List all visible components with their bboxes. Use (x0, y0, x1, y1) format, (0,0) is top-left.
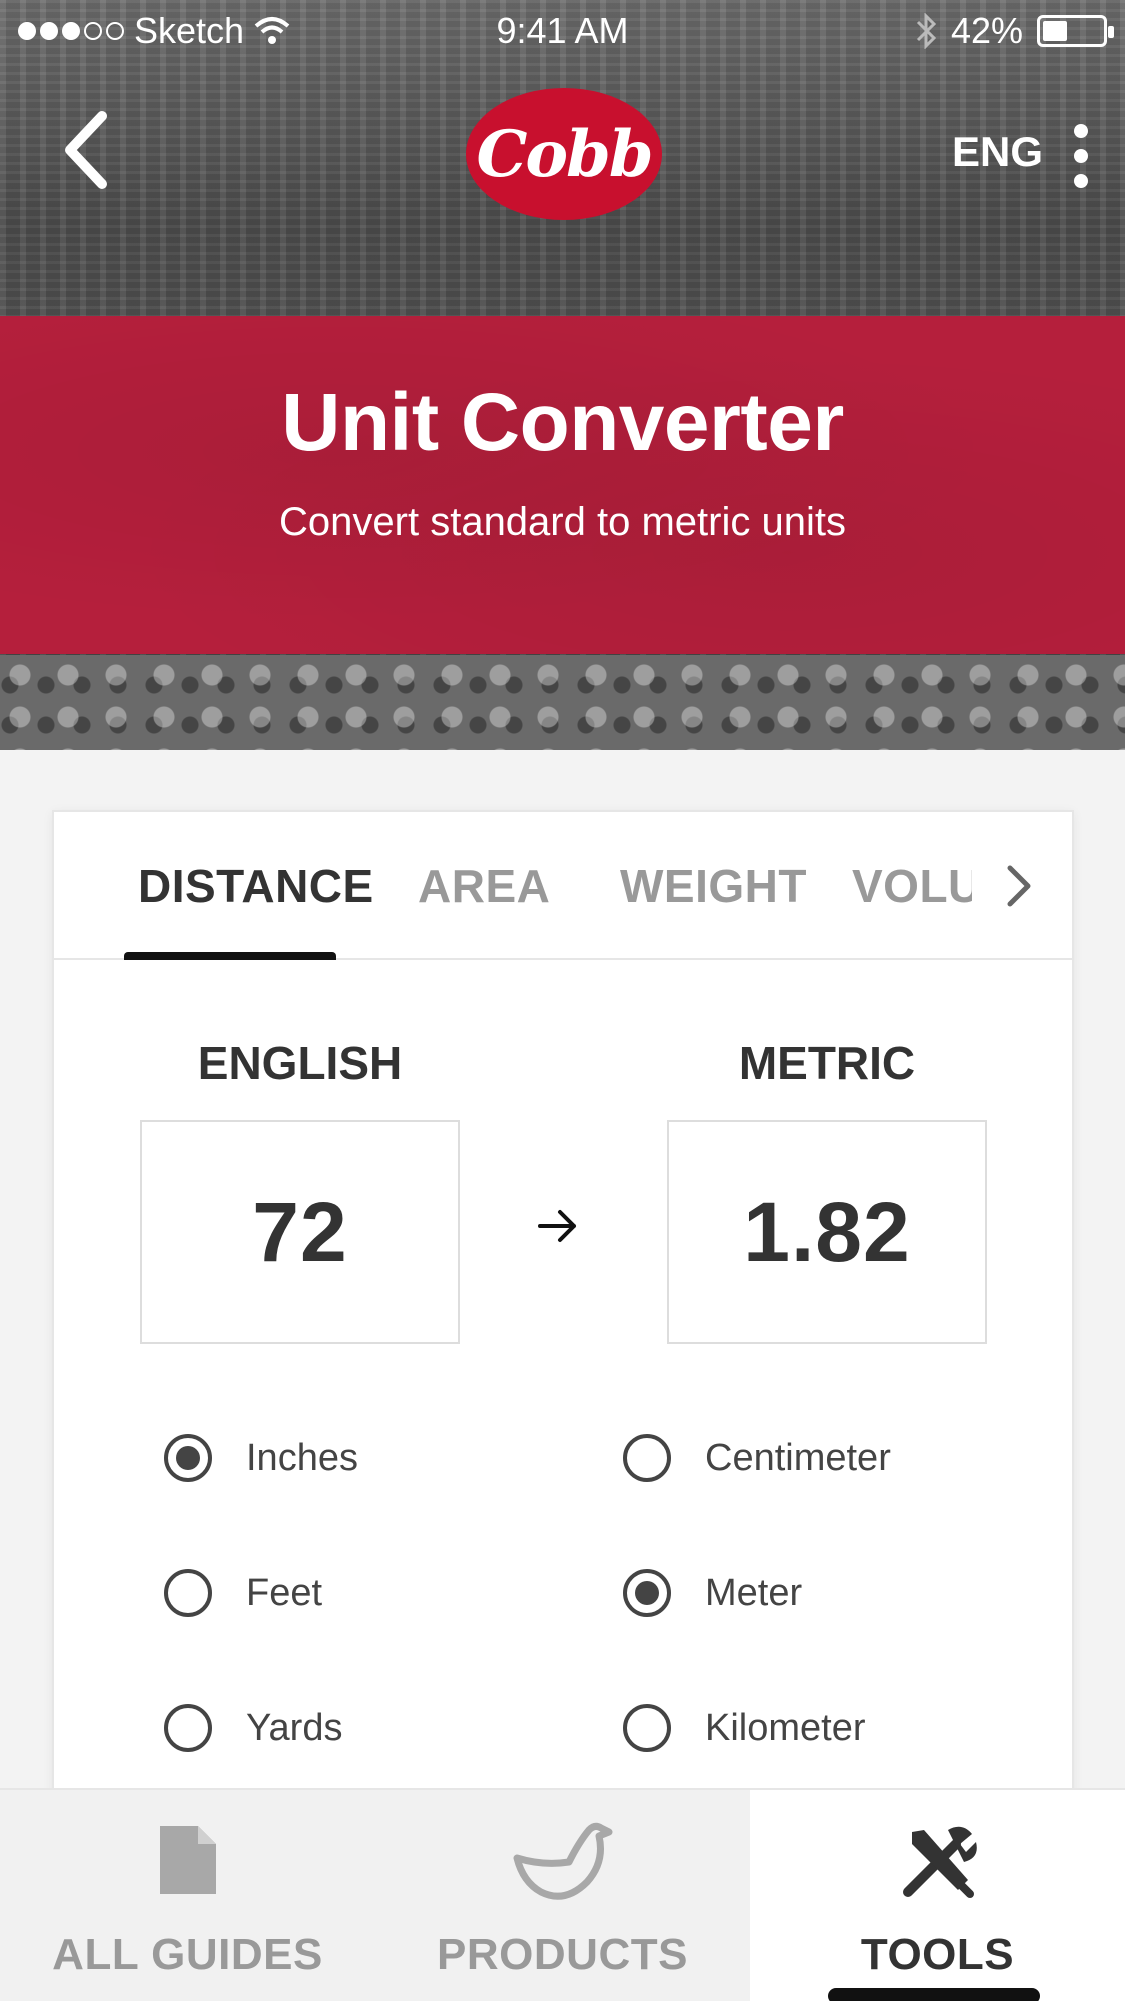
option-yards[interactable]: Yards (164, 1704, 342, 1752)
nav-products[interactable]: PRODUCTS (375, 1790, 750, 2001)
english-label: ENGLISH (197, 1037, 403, 1089)
language-selector[interactable]: ENG (952, 128, 1043, 176)
option-label-inches: Inches (246, 1436, 358, 1479)
option-inches[interactable]: Inches (164, 1434, 358, 1482)
tab-volume[interactable]: VOLUM (852, 812, 972, 960)
page-subtitle: Convert standard to metric units (279, 500, 846, 544)
metric-label: METRIC (738, 1037, 916, 1089)
bluetooth-icon (916, 13, 937, 49)
option-centimeter[interactable]: Centimeter (623, 1434, 891, 1482)
option-label-meter: Meter (705, 1571, 803, 1614)
tab-area[interactable]: AREA (418, 812, 550, 960)
nav-label-tools: TOOLS (860, 1930, 1015, 1979)
option-label-yards: Yards (246, 1706, 343, 1749)
metric-value-output: 1.82 (667, 1120, 987, 1344)
nav-tools[interactable]: TOOLS (750, 1790, 1125, 2001)
status-right: 42% (915, 10, 1114, 52)
unit-type-tabs: DISTANCE AREA WEIGHT VOLUM (54, 812, 1072, 960)
nav-all-guides[interactable]: ALL GUIDES (0, 1790, 375, 2001)
option-meter[interactable]: Meter (623, 1569, 802, 1617)
nav-label-all-guides: ALL GUIDES (52, 1930, 323, 1979)
home-indicator[interactable] (828, 1988, 1040, 2001)
battery-icon (1037, 15, 1114, 47)
radio-kilometer[interactable] (623, 1704, 671, 1752)
page-title: Unit Converter (281, 377, 844, 468)
document-icon (0, 1822, 375, 1908)
battery-percent: 42% (950, 10, 1023, 51)
nav-label-products: PRODUCTS (437, 1930, 688, 1979)
option-kilometer[interactable]: Kilometer (623, 1704, 866, 1752)
radio-inches[interactable] (164, 1434, 212, 1482)
bottom-navigation: ALL GUIDES PRODUCTS TOOLS (0, 1788, 1125, 2001)
option-feet[interactable]: Feet (164, 1569, 322, 1617)
english-value-input[interactable]: 72 (140, 1120, 460, 1344)
radio-feet[interactable] (164, 1569, 212, 1617)
chicken-icon (375, 1822, 750, 1908)
cobb-logo[interactable]: Cobb (466, 88, 662, 220)
option-label-feet: Feet (246, 1571, 323, 1614)
hero-floor-image (0, 655, 1125, 750)
more-options-icon[interactable] (1071, 124, 1091, 188)
tab-weight[interactable]: WEIGHT (620, 812, 807, 960)
active-tab-indicator (124, 952, 336, 960)
status-bar: Sketch 9:41 AM 42% (0, 0, 1125, 62)
option-label-kilometer: Kilometer (705, 1706, 866, 1749)
converter-card: DISTANCE AREA WEIGHT VOLUM ENGLISH METRI… (52, 810, 1074, 1810)
tab-distance[interactable]: DISTANCE (138, 812, 374, 960)
tools-icon (750, 1822, 1125, 1908)
back-arrow-icon[interactable] (58, 110, 118, 190)
arrow-right-icon (538, 1210, 576, 1242)
radio-yards[interactable] (164, 1704, 212, 1752)
title-banner: Unit Converter Convert standard to metri… (0, 316, 1125, 654)
option-label-centimeter: Centimeter (705, 1436, 891, 1479)
radio-centimeter[interactable] (623, 1434, 671, 1482)
radio-meter[interactable] (623, 1569, 671, 1617)
logo-text: Cobb (476, 116, 653, 192)
chevron-right-icon[interactable] (1006, 864, 1032, 908)
battery-level (1043, 21, 1067, 41)
